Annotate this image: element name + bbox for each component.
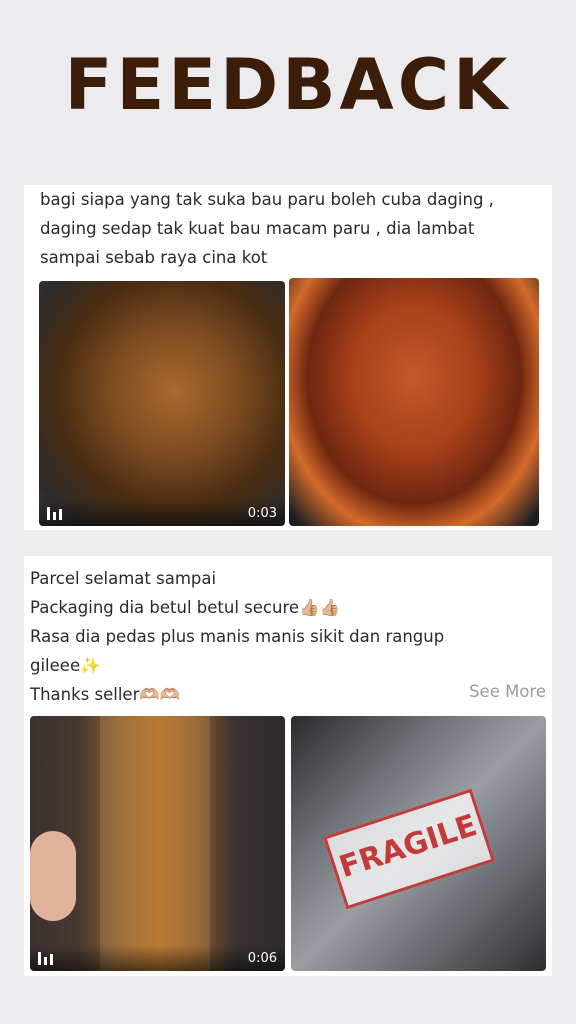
review-photo-thumbnail[interactable]	[289, 278, 539, 526]
review-line: Packaging dia betul betul secure👍🏼👍🏼	[30, 598, 341, 617]
review-line: bagi siapa yang tak suka bau paru boleh …	[40, 190, 494, 209]
video-overlay	[30, 945, 285, 971]
review-video-thumbnail[interactable]: 0:06	[30, 716, 285, 971]
review-line: gileee✨	[30, 656, 101, 675]
review-text: bagi siapa yang tak suka bau paru boleh …	[40, 185, 540, 272]
video-duration: 0:03	[247, 506, 277, 521]
review-video-thumbnail[interactable]: 0:03	[39, 281, 285, 526]
video-bars-icon	[38, 952, 54, 965]
jar-image	[100, 716, 210, 971]
review-line: Rasa dia pedas plus manis manis sikit da…	[30, 627, 445, 646]
review-photo-thumbnail[interactable]: FRAGILE	[291, 716, 546, 971]
page-title: FEEDBACK	[64, 44, 512, 126]
video-bars-icon	[47, 507, 63, 520]
review-text: Parcel selamat sampai Packaging dia betu…	[30, 564, 540, 709]
video-duration: 0:06	[247, 951, 277, 966]
review-line: Thanks seller🫶🏼🫶🏼	[30, 685, 181, 704]
review-card: bagi siapa yang tak suka bau paru boleh …	[24, 185, 552, 530]
review-line: daging sedap tak kuat bau macam paru , d…	[40, 219, 475, 238]
review-card: Parcel selamat sampai Packaging dia betu…	[24, 556, 552, 976]
hand-image	[30, 831, 76, 921]
fragile-sticker: FRAGILE	[323, 788, 495, 910]
review-line: Parcel selamat sampai	[30, 569, 217, 588]
see-more-link[interactable]: See More	[469, 682, 546, 701]
review-line: sampai sebab raya cina kot	[40, 248, 268, 267]
